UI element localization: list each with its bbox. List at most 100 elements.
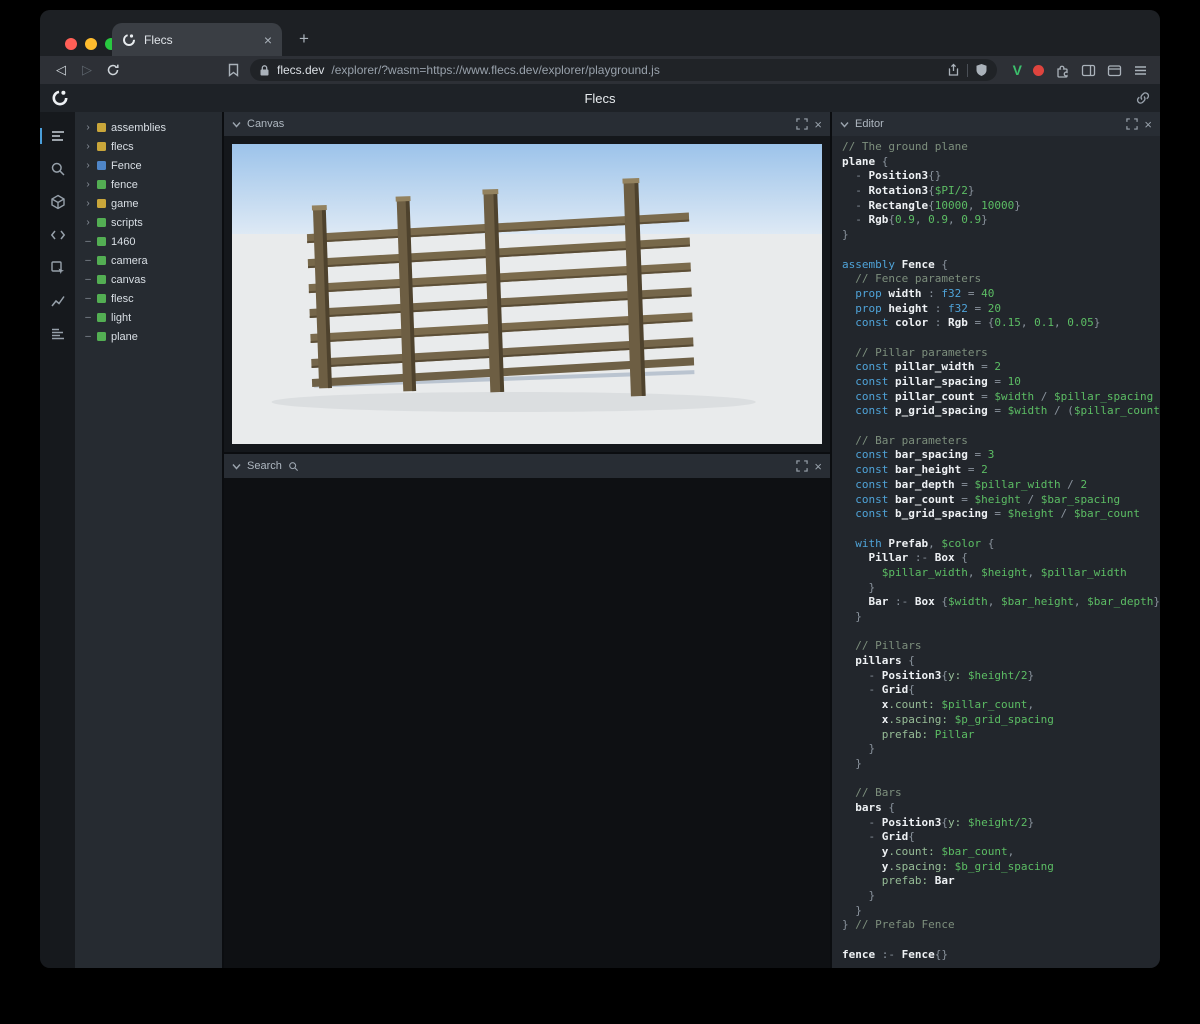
fullscreen-icon[interactable] [796,118,808,130]
search-icon [288,461,299,472]
canvas-panel: Canvas × [224,112,830,452]
code-line: } // Prefab Fence [842,918,1160,933]
bookmark-icon [227,63,240,77]
code-area[interactable]: // The ground planeplane { - Position3{}… [832,136,1160,968]
code-line [842,772,1160,787]
share-icon[interactable] [947,63,960,77]
tree-item-label: fence [111,179,138,191]
fullscreen-icon[interactable] [796,460,808,472]
rail-memory-button[interactable] [45,322,71,346]
code-line: const pillar_spacing = 10 [842,375,1160,390]
code-line: } [842,610,1160,625]
tree-item[interactable]: ›scripts [75,213,222,232]
tree-item[interactable]: › flecs [75,137,222,156]
forward-button[interactable]: ▷ [78,61,96,79]
code-line: - Rotation3{$PI/2} [842,184,1160,199]
expand-arrow-icon[interactable]: › [84,198,92,209]
tree-item-label: Fence [111,160,142,172]
canvas-3d-viewport[interactable] [232,144,822,444]
code-line: prefab: Pillar [842,728,1160,743]
code-line: const bar_spacing = 3 [842,448,1160,463]
back-button[interactable]: ◁ [52,61,70,79]
rail-inspector-button[interactable] [45,256,71,280]
browser-toolbar: ◁ ▷ flecs.dev/explorer/?wasm=https://www… [40,56,1160,84]
leaf-dash-icon: – [84,236,92,247]
new-tab-button[interactable]: + [292,27,316,51]
expand-arrow-icon[interactable]: › [84,217,92,228]
reload-button[interactable] [104,61,122,79]
code-line: y.count: $bar_count, [842,845,1160,860]
code-line: x.count: $pillar_count, [842,698,1160,713]
app-header: Flecs [40,84,1160,112]
minimize-window-button[interactable] [85,38,97,50]
leaf-dash-icon: – [84,331,92,342]
panel-close-icon[interactable]: × [814,118,822,131]
tree-item[interactable]: – 1460 [75,232,222,251]
code-line: // Fence parameters [842,272,1160,287]
tree-item[interactable]: –canvas [75,270,222,289]
expand-arrow-icon[interactable]: › [84,160,92,171]
chevron-down-icon[interactable] [232,463,241,470]
rail-tree-button[interactable] [45,124,71,148]
code-line: } [842,757,1160,772]
flecs-favicon-icon [122,33,136,47]
profile-avatar[interactable]: V [1013,62,1022,78]
stats-bars-icon [50,326,66,342]
code-line [842,625,1160,640]
tree-item[interactable]: › fence [75,175,222,194]
entity-kind-icon [97,294,106,303]
tree-item[interactable]: –light [75,308,222,327]
tree-item[interactable]: ›assemblies [75,118,222,137]
code-line [842,933,1160,948]
search-icon [50,161,66,177]
code-line: plane { [842,155,1160,170]
url-bar[interactable]: flecs.dev/explorer/?wasm=https://www.fle… [250,59,997,81]
editor-panel-header: Editor × [832,112,1160,136]
tree-item[interactable]: –plane [75,327,222,346]
rail-stats-button[interactable] [45,289,71,313]
extensions-puzzle-icon[interactable] [1055,63,1070,78]
code-line: - Rectangle{10000, 10000} [842,199,1160,214]
entity-kind-icon [97,161,106,170]
code-line: $pillar_width, $height, $pillar_width [842,566,1160,581]
tree-item-label: flecs [111,141,134,153]
record-icon[interactable] [1033,65,1044,76]
close-window-button[interactable] [65,38,77,50]
bookmark-button[interactable] [224,61,242,79]
rail-entities-button[interactable] [45,190,71,214]
tab-close-icon[interactable]: × [264,33,272,47]
rail-search-button[interactable] [45,157,71,181]
entity-kind-icon [97,218,106,227]
tree-item[interactable]: –camera [75,251,222,270]
code-line: Bar :- Box {$width, $bar_height, $bar_de… [842,595,1160,610]
chart-icon [50,293,66,309]
leaf-dash-icon: – [84,274,92,285]
main-area: ›assemblies›flecs›Fence›fence›game›scrip… [40,112,1160,968]
code-line: with Prefab, $color { [842,537,1160,552]
panel-close-icon[interactable]: × [814,460,822,473]
browser-tab[interactable]: Flecs × [112,23,282,56]
fullscreen-icon[interactable] [1126,118,1138,130]
entity-kind-icon [97,237,106,246]
sidebar-icon[interactable] [1081,63,1096,78]
wallet-icon[interactable] [1107,63,1122,78]
code-line: Pillar :- Box { [842,551,1160,566]
link-icon[interactable] [1136,91,1150,105]
tree-item[interactable]: ›game [75,194,222,213]
code-line: - Position3{y: $height/2} [842,816,1160,831]
shield-icon[interactable] [975,63,988,77]
expand-arrow-icon[interactable]: › [84,179,92,190]
rail-editor-button[interactable] [45,223,71,247]
expand-arrow-icon[interactable]: › [84,141,92,152]
menu-icon[interactable] [1133,63,1148,78]
chevron-down-icon[interactable] [232,121,241,128]
expand-arrow-icon[interactable]: › [84,122,92,133]
tree-item[interactable]: › Fence [75,156,222,175]
chevron-down-icon[interactable] [840,121,849,128]
tree-item[interactable]: –flesc [75,289,222,308]
code-line: const pillar_width = 2 [842,360,1160,375]
code-line: const pillar_count = $width / $pillar_sp… [842,390,1160,405]
tree-item-label: 1460 [111,236,135,248]
panel-close-icon[interactable]: × [1144,118,1152,131]
code-line: // Pillars [842,639,1160,654]
